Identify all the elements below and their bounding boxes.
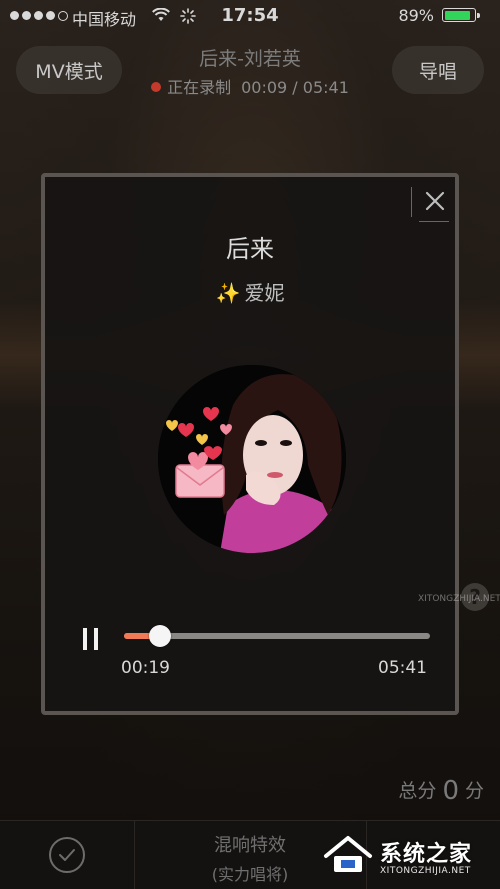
song-title: 后来-刘若英 [199, 48, 301, 70]
artist-name: 爱妮 [244, 281, 285, 305]
mv-mode-button[interactable]: MV模式 [16, 46, 122, 94]
close-icon[interactable] [419, 185, 451, 217]
checkmark-icon [49, 837, 85, 873]
score-suffix: 分 [464, 780, 484, 802]
guide-vocal-button[interactable]: 导唱 [392, 46, 484, 94]
watermark-side-text: XITONGZHIJIA.NET [418, 594, 500, 604]
recording-status: 正在录制 00:09 / 05:41 [130, 74, 370, 98]
watermark-logo-icon [324, 836, 372, 872]
progress-slider[interactable] [124, 625, 430, 647]
dialog-artist: ✨ 爱妮 [45, 277, 455, 306]
battery-percent: 89% [398, 6, 434, 25]
sparkle-icon: ✨ [215, 281, 241, 305]
pause-icon[interactable] [79, 624, 103, 654]
close-underline [419, 221, 449, 222]
recording-dot-icon [151, 82, 162, 92]
total-score: 总分 0 分 [398, 776, 484, 806]
progress-knob[interactable] [148, 625, 171, 647]
battery-nub [477, 13, 480, 18]
score-prefix: 总分 [398, 780, 437, 802]
elapsed-time: 00:19 [121, 658, 170, 678]
watermark-url: XITONGZHIJIA.NET [380, 866, 471, 876]
recording-time: 00:09 / 05:41 [241, 78, 349, 97]
close-divider [411, 187, 412, 217]
watermark: 系统之家 XITONGZHIJIA.NET [322, 830, 492, 880]
singer-avatar [158, 365, 346, 553]
recording-label: 正在录制 [167, 78, 232, 97]
battery-fill [444, 10, 471, 20]
battery-icon [442, 8, 476, 22]
score-value: 0 [442, 776, 459, 806]
watermark-text: 系统之家 [380, 842, 473, 867]
playback-dialog: 后来 ✨ 爱妮 00:19 05:41 [41, 173, 459, 715]
confirm-button[interactable] [0, 821, 135, 889]
status-bar: 中国移动 17:54 89% [0, 0, 500, 32]
dialog-song-title: 后来 [226, 235, 274, 263]
total-time: 05:41 [378, 658, 427, 678]
